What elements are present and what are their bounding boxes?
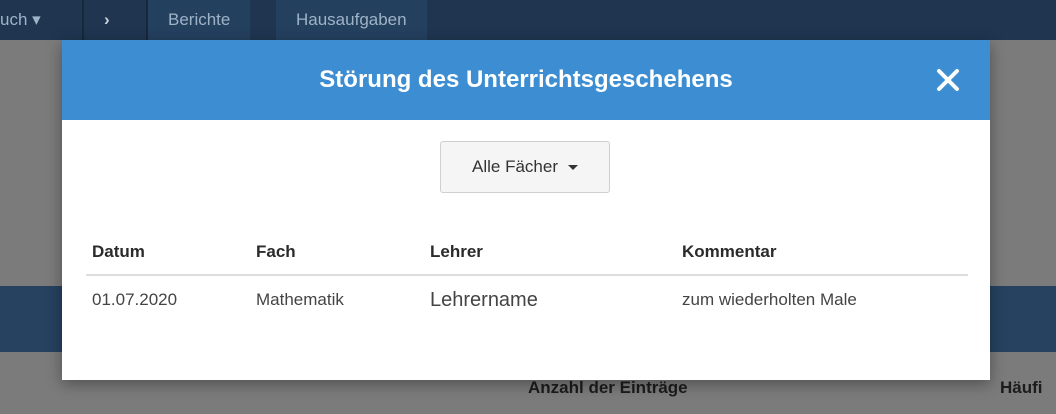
nav-separator bbox=[82, 0, 84, 40]
modal-title: Störung des Unterrichtsgeschehens bbox=[319, 66, 733, 93]
table-row: 01.07.2020 Mathematik Lehrername zum wie… bbox=[86, 275, 968, 324]
bg-header-anzahl: Anzahl der Einträge bbox=[528, 378, 688, 397]
nav-tab-hausaufgaben[interactable]: Hausaufgaben bbox=[276, 0, 427, 40]
cell-lehrer: Lehrername bbox=[430, 288, 538, 311]
caret-down-icon bbox=[567, 164, 578, 170]
cell-datum: 01.07.2020 bbox=[92, 290, 178, 309]
column-header-lehrer: Lehrer bbox=[424, 230, 676, 276]
subject-filter-dropdown[interactable]: Alle Fächer bbox=[440, 141, 610, 193]
column-header-datum: Datum bbox=[86, 230, 250, 276]
chevron-right-icon[interactable]: › bbox=[104, 0, 110, 40]
nav-tab-berichte[interactable]: Berichte bbox=[148, 0, 251, 40]
cell-fach: Mathematik bbox=[256, 290, 344, 309]
subject-filter-label: Alle Fächer bbox=[472, 157, 558, 176]
close-icon[interactable] bbox=[934, 66, 962, 94]
modal-dialog: Störung des Unterrichtsgeschehens Alle F… bbox=[62, 40, 990, 380]
background-navbar: uch ▾ › Berichte Hausaufgaben bbox=[0, 0, 1056, 40]
modal-header: Störung des Unterrichtsgeschehens bbox=[62, 40, 990, 120]
entries-table: Datum Fach Lehrer Kommentar 01.07.2020 M… bbox=[86, 230, 968, 324]
column-header-fach: Fach bbox=[250, 230, 424, 276]
column-header-kommentar: Kommentar bbox=[676, 230, 968, 276]
bg-header-haeufigkeit: Häufi bbox=[1000, 378, 1043, 397]
nav-item-partial[interactable]: uch ▾ bbox=[0, 0, 41, 40]
table-header-row: Datum Fach Lehrer Kommentar bbox=[86, 230, 968, 276]
cell-kommentar: zum wiederholten Male bbox=[682, 290, 857, 309]
